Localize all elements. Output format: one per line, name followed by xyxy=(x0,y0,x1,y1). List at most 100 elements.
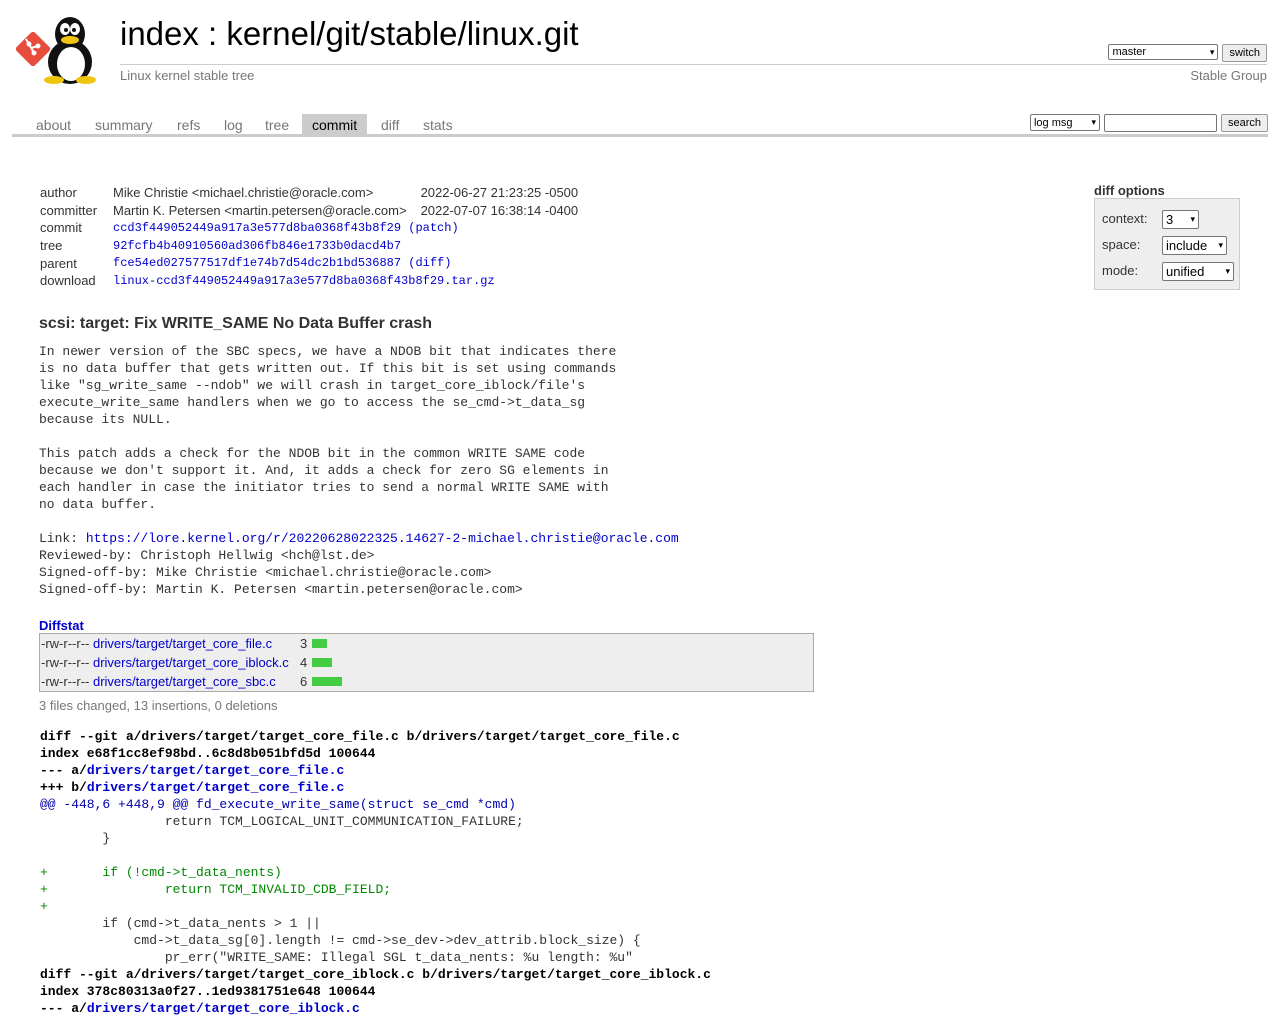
space-label: space: xyxy=(1102,237,1141,252)
repo-description: Linux kernel stable tree xyxy=(120,68,255,83)
committer-date: 2022-07-07 16:38:14 -0400 xyxy=(420,202,579,218)
search-scope-select[interactable]: log msg ▾ xyxy=(1029,114,1100,131)
author-label: author xyxy=(40,185,77,201)
commit-info-table: author Mike Christie <michael.christie@o… xyxy=(40,184,578,290)
diff-line-head: diff --git a/drivers/target/target_core_… xyxy=(40,967,711,982)
diffstat-row: -rw-r--r-- drivers/target/target_core_ib… xyxy=(41,653,811,672)
branch-switch-form: master ▾ switch xyxy=(1108,44,1267,62)
committer-row: committer Martin K. Petersen <martin.pet… xyxy=(40,202,578,220)
parent-label: parent xyxy=(40,255,77,271)
tab-stats[interactable]: stats xyxy=(413,114,463,134)
diff-file-prefix: +++ b/ xyxy=(40,780,87,795)
insertion-bar xyxy=(312,677,342,686)
diffstat-row: -rw-r--r-- drivers/target/target_core_fi… xyxy=(41,634,811,653)
change-count: 4 xyxy=(300,655,308,670)
search-scope-value: log msg xyxy=(1033,116,1073,129)
commit-sha-link[interactable]: ccd3f449052449a917a3e577d8ba0368f43b8f29 xyxy=(113,221,401,235)
author-date: 2022-06-27 21:23:25 -0500 xyxy=(420,185,579,201)
tree-row: tree 92fcfb4b40910560ad306fb846e1733b0da… xyxy=(40,237,578,255)
diffstat-row: -rw-r--r-- drivers/target/target_core_sb… xyxy=(41,672,811,691)
commit-message-body: In newer version of the SBC specs, we ha… xyxy=(39,344,617,512)
file-link[interactable]: drivers/target/target_core_sbc.c xyxy=(93,674,276,689)
diffstat-header[interactable]: Diffstat xyxy=(39,618,84,633)
index-link[interactable]: index xyxy=(120,15,199,52)
header-divider xyxy=(120,64,1267,65)
diff-line-ctx xyxy=(40,847,711,864)
page-title: index : kernel/git/stable/linux.git xyxy=(120,15,579,53)
context-value: 3 xyxy=(1166,212,1174,227)
change-count: 6 xyxy=(300,674,308,689)
file-link[interactable]: drivers/target/target_core_file.c xyxy=(93,636,272,651)
download-label: download xyxy=(40,273,96,289)
repo-link[interactable]: kernel/git/stable/linux.git xyxy=(226,15,578,52)
tab-tree[interactable]: tree xyxy=(255,114,299,134)
diff-line-add: + xyxy=(40,899,48,914)
download-row: download linux-ccd3f449052449a917a3e577d… xyxy=(40,272,578,290)
search-input[interactable] xyxy=(1103,114,1217,132)
tab-refs[interactable]: refs xyxy=(167,114,210,134)
change-count: 3 xyxy=(300,636,308,651)
file-link[interactable]: drivers/target/target_core_iblock.c xyxy=(93,655,289,670)
diff-line-ctx: cmd->t_data_sg[0].length != cmd->se_dev-… xyxy=(40,933,641,948)
parent-diff-link[interactable]: diff xyxy=(415,256,444,270)
insertion-bar xyxy=(312,639,327,648)
commit-trailers: Reviewed-by: Christoph Hellwig <hch@lst.… xyxy=(39,548,523,597)
diff-options-title: diff options xyxy=(1094,183,1165,198)
context-select[interactable]: 3 ▾ xyxy=(1162,210,1199,229)
chevron-down-icon: ▾ xyxy=(1190,214,1195,224)
search-form: log msg ▾ search xyxy=(1029,114,1268,132)
diff-line-head: diff --git a/drivers/target/target_core_… xyxy=(40,729,680,744)
mode-label: mode: xyxy=(1102,263,1139,278)
repo-owner: Stable Group xyxy=(1190,68,1267,83)
download-link[interactable]: linux-ccd3f449052449a917a3e577d8ba0368f4… xyxy=(113,274,495,288)
diffstat-table: -rw-r--r-- drivers/target/target_core_fi… xyxy=(39,633,814,692)
diff-line-ctx: pr_err("WRITE_SAME: Illegal SGL t_data_n… xyxy=(40,950,633,965)
space-value: include xyxy=(1166,238,1208,253)
tab-log[interactable]: log xyxy=(214,114,253,134)
diff-file-link[interactable]: drivers/target/target_core_file.c xyxy=(87,763,344,778)
chevron-down-icon: ▾ xyxy=(1091,117,1096,127)
branch-select[interactable]: master ▾ xyxy=(1108,44,1219,60)
committer-label: committer xyxy=(40,202,98,218)
diff-line-add: + return TCM_INVALID_CDB_FIELD; xyxy=(40,882,392,897)
diff-line-ctx: return TCM_LOGICAL_UNIT_COMMUNICATION_FA… xyxy=(40,814,524,829)
patch-link[interactable]: patch xyxy=(415,221,451,235)
tree-sha-link[interactable]: 92fcfb4b40910560ad306fb846e1733b0dacd4b7 xyxy=(113,239,401,253)
commit-subject: scsi: target: Fix WRITE_SAME No Data Buf… xyxy=(39,315,432,332)
link-prefix: Link: xyxy=(39,531,86,546)
chevron-down-icon: ▾ xyxy=(1218,240,1223,250)
diff-file-link[interactable]: drivers/target/target_core_file.c xyxy=(87,780,344,795)
diffstat-summary: 3 files changed, 13 insertions, 0 deleti… xyxy=(39,698,278,713)
parent-sha-link[interactable]: fce54ed027577517df1e74b7d54dc2b1bd536887 xyxy=(113,256,401,270)
parent-row: parent fce54ed027577517df1e74b7d54dc2b1b… xyxy=(40,255,452,271)
tab-diff[interactable]: diff xyxy=(371,114,409,134)
switch-button[interactable]: switch xyxy=(1222,44,1267,62)
mode-value: unified xyxy=(1166,264,1205,279)
author-row: author Mike Christie <michael.christie@o… xyxy=(40,184,578,202)
diff-line-head: index 378c80313a0f27..1ed9381751e648 100… xyxy=(40,984,376,999)
tab-about[interactable]: about xyxy=(26,114,81,134)
space-select[interactable]: include ▾ xyxy=(1162,236,1227,255)
insertion-bar xyxy=(312,658,332,667)
cgit-logo[interactable] xyxy=(14,12,110,84)
chevron-down-icon: ▾ xyxy=(1225,266,1230,276)
branch-select-value: master xyxy=(1112,46,1147,58)
title-separator: : xyxy=(198,15,227,52)
commit-row: commit ccd3f449052449a917a3e577d8ba0368f… xyxy=(40,220,459,236)
diff-file-prefix: --- a/ xyxy=(40,763,87,778)
file-mode: -rw-r--r-- xyxy=(41,636,90,651)
diff-line-head: --- a/drivers/target/target_core_iblock.… xyxy=(40,1000,711,1017)
tab-summary[interactable]: summary xyxy=(85,114,163,134)
lore-link[interactable]: https://lore.kernel.org/r/20220628022325… xyxy=(86,531,679,546)
file-mode: -rw-r--r-- xyxy=(41,655,90,670)
diff-line-hunk: @@ -448,6 +448,9 @@ fd_execute_write_sam… xyxy=(40,797,516,812)
author-value: Mike Christie <michael.christie@oracle.c… xyxy=(113,185,374,201)
tab-commit[interactable]: commit xyxy=(302,114,368,134)
tree-label: tree xyxy=(40,238,63,254)
chevron-down-icon: ▾ xyxy=(1209,46,1215,57)
search-button[interactable]: search xyxy=(1220,114,1268,132)
diff-line-add: + if (!cmd->t_data_nents) xyxy=(40,865,282,880)
diff-line-ctx: if (cmd->t_data_nents > 1 || xyxy=(40,916,321,931)
mode-select[interactable]: unified ▾ xyxy=(1162,262,1234,281)
diff-file-link[interactable]: drivers/target/target_core_iblock.c xyxy=(87,1001,360,1016)
